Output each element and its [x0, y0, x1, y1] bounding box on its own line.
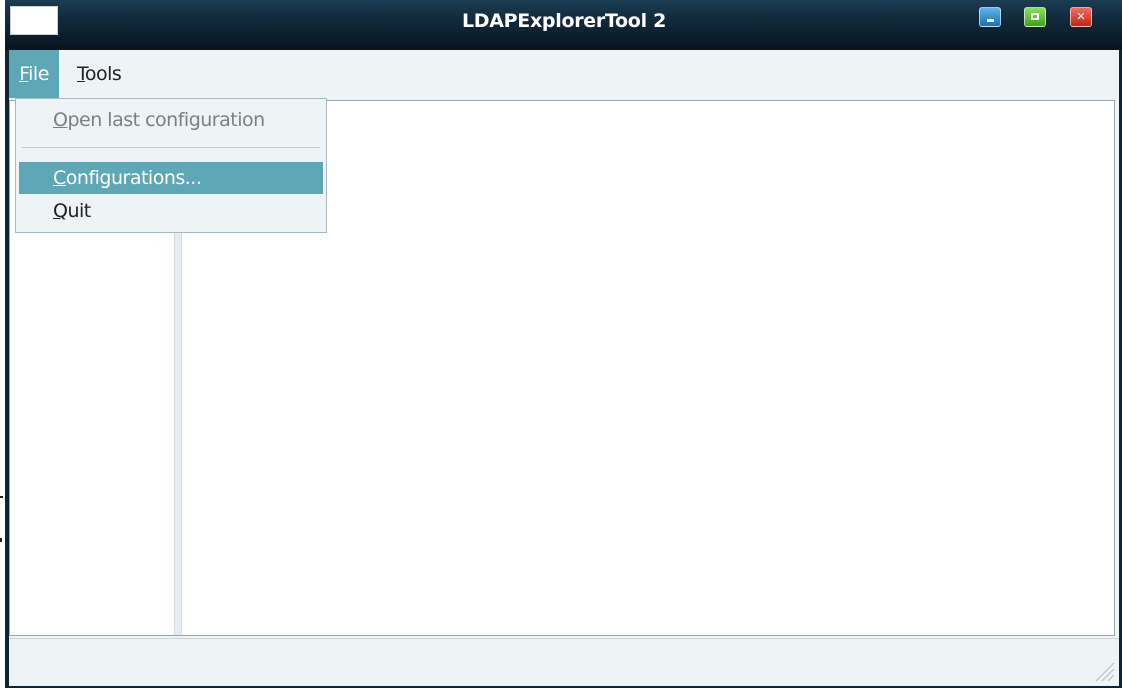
- status-bar: [9, 638, 1119, 686]
- minimize-icon: [987, 19, 994, 22]
- maximize-icon: [1031, 13, 1039, 20]
- menu-file-mnemonic: F: [19, 63, 29, 85]
- maximize-button[interactable]: [1024, 7, 1046, 27]
- close-button[interactable]: ✕: [1070, 7, 1092, 27]
- menu-item-label: uit: [67, 200, 91, 222]
- menu-file-label: ile: [28, 63, 49, 85]
- menu-tools-mnemonic: T: [77, 63, 85, 85]
- window-title: LDAPExplorerTool 2: [461, 10, 667, 32]
- menu-item-configurations[interactable]: Configurations...: [19, 162, 323, 194]
- menu-item-mnemonic: C: [53, 167, 66, 189]
- menu-item-label: onfigurations...: [65, 167, 202, 189]
- menu-item-quit[interactable]: Quit: [19, 195, 323, 227]
- desktop-mark: [0, 538, 2, 542]
- menu-file[interactable]: File: [9, 50, 59, 98]
- desktop: LDAPExplorerTool 2 ✕ File Tools Open las…: [0, 0, 1122, 688]
- size-grip-icon[interactable]: [1093, 660, 1115, 682]
- menu-tools[interactable]: Tools: [77, 50, 122, 98]
- menu-bar: File Tools: [9, 50, 1119, 98]
- menu-tools-label: ools: [84, 63, 122, 85]
- minimize-button[interactable]: [979, 7, 1001, 27]
- menu-item-open-last-configuration[interactable]: Open last configuration: [19, 104, 323, 136]
- file-menu-dropdown: Open last configuration Configurations..…: [15, 98, 327, 233]
- menu-item-label: pen last configuration: [67, 109, 265, 131]
- close-icon: ✕: [1076, 10, 1086, 23]
- menu-item-mnemonic: O: [53, 109, 68, 131]
- menu-item-mnemonic: Q: [53, 200, 68, 222]
- menu-separator: [22, 147, 320, 148]
- title-bar[interactable]: LDAPExplorerTool 2 ✕: [5, 0, 1122, 50]
- desktop-mark: [0, 496, 3, 498]
